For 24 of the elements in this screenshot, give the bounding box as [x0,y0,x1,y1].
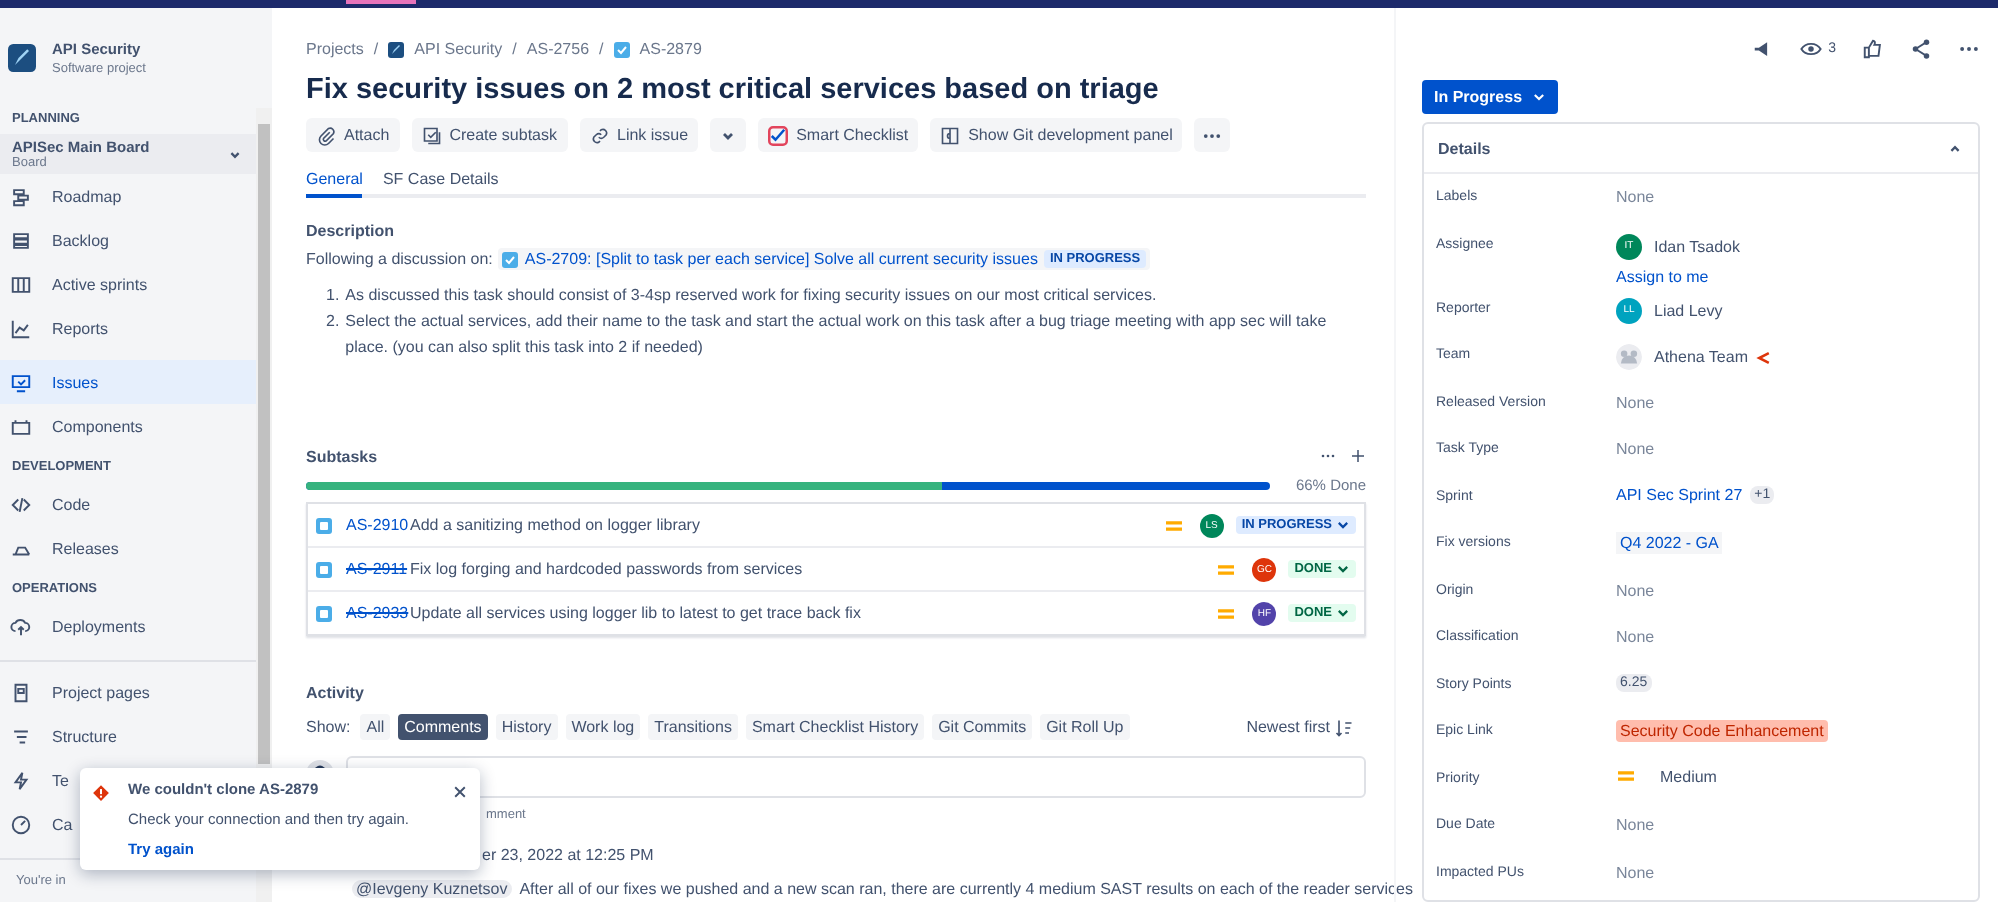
field-value: None [1616,626,1655,646]
comment-date: er 23, 2022 at 12:25 PM [482,846,656,864]
description-text: Following a discussion on: [306,250,493,268]
list-marker: 2. [326,310,340,334]
show-label: Show: [306,718,351,736]
field-value: None [1616,579,1655,599]
section-heading: Description [306,222,397,240]
field-value: None [1616,186,1655,206]
breadcrumb-separator: / [512,40,517,58]
panel-heading: Details [1438,139,1491,157]
breadcrumb-separator: / [599,40,604,58]
field-value: None [1616,861,1655,881]
issue-title: Fix security issues on 2 most critical services based on triage [306,74,1161,106]
list-item: Select the actual services, add their name to the task and start the actual work on this task after a bug triage meeting with app sec will take place. (you can also split this task into 2 if needed) [345,310,1329,360]
section-heading: Subtasks [306,448,378,466]
field-value: None [1616,814,1655,834]
list-marker: 1. [326,284,340,308]
field-value: None [1616,391,1655,411]
priority-value: Medium [1660,767,1717,785]
comment-text: After all of our fixes we pushed and a new scan ran, there are currently 4 medium SAST results on each of the reader services [519,880,1413,898]
section-heading: Activity [306,684,366,702]
breadcrumb-separator: / [373,40,379,58]
list-item: As discussed this task should consist of 3-4sp reserved work for fixing security issues on our most critical services. [345,284,1157,308]
field-value: None [1616,438,1655,458]
